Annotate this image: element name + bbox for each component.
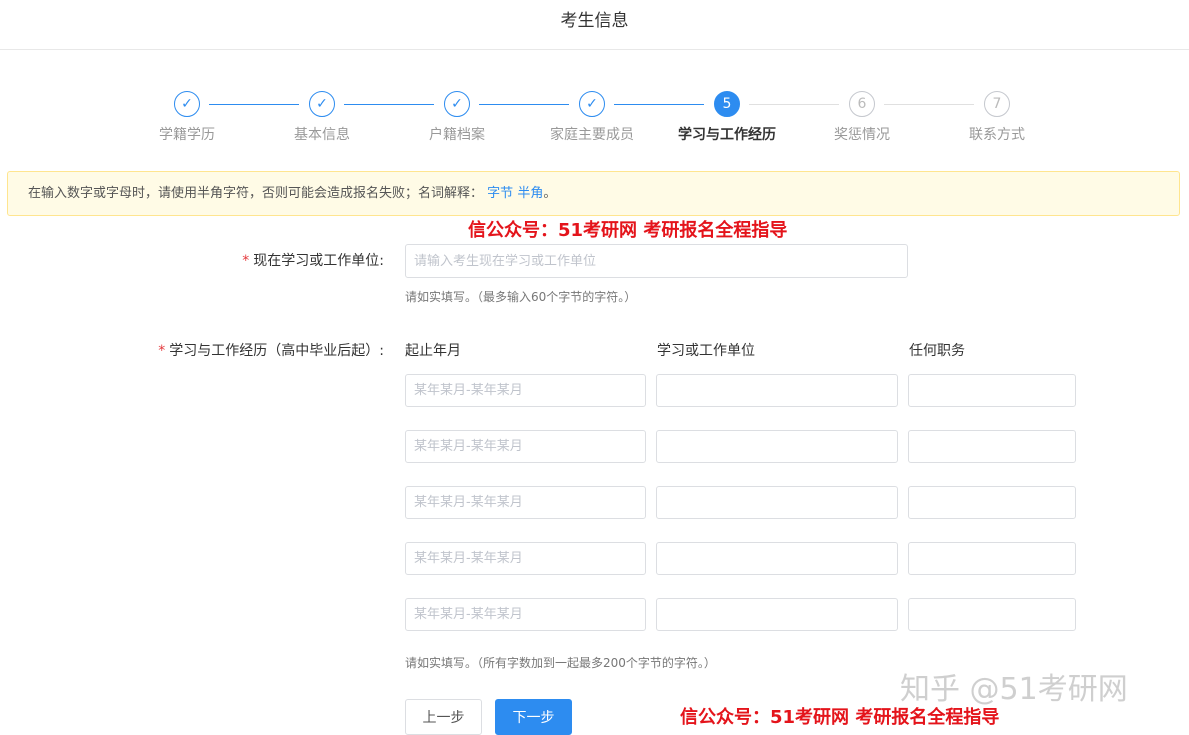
column-unit: 学习或工作单位 [657, 343, 755, 359]
unit-input[interactable] [656, 374, 898, 407]
next-step-button[interactable]: 下一步 [495, 699, 572, 735]
step-label: 基本信息 [294, 127, 350, 143]
step-awards[interactable]: 6 奖惩情况 [797, 88, 927, 144]
period-input[interactable] [405, 374, 646, 407]
unit-input[interactable] [656, 430, 898, 463]
check-icon: ✓ [579, 91, 605, 117]
watermark-text: 信公众号：51考研网 考研报名全程指导 [468, 220, 788, 241]
progress-steps: ✓ 学籍学历 ✓ 基本信息 ✓ 户籍档案 ✓ 家庭主要成员 5 学习与工作经历 … [0, 88, 1189, 148]
step-number: 5 [714, 91, 740, 117]
column-position: 任何职务 [909, 343, 965, 359]
position-input[interactable] [908, 374, 1076, 407]
required-mark: * [158, 343, 166, 359]
period-input[interactable] [405, 430, 646, 463]
page-header: 考生信息 [0, 0, 1189, 50]
check-icon: ✓ [444, 91, 470, 117]
page-title: 考生信息 [560, 11, 629, 31]
current-unit-hint: 请如实填写。（最多输入60个字节的字符。） [405, 290, 637, 304]
step-number: 7 [984, 91, 1010, 117]
check-icon: ✓ [309, 91, 335, 117]
link-byte[interactable]: 字节 [487, 186, 513, 201]
notice-text: 在输入数字或字母时，请使用半角字符，否则可能会造成报名失败；名词解释： [28, 186, 484, 201]
check-icon: ✓ [174, 91, 200, 117]
history-label: * 学习与工作经历（高中毕业后起）: [100, 340, 384, 360]
history-label-text: 学习与工作经历（高中毕业后起）: [169, 343, 384, 359]
position-input[interactable] [908, 430, 1076, 463]
prev-step-button[interactable]: 上一步 [405, 699, 482, 735]
column-period: 起止年月 [405, 343, 461, 359]
notice-end: 。 [543, 186, 557, 201]
step-basic-info[interactable]: ✓ 基本信息 [257, 88, 387, 144]
period-input[interactable] [405, 598, 646, 631]
step-huji[interactable]: ✓ 户籍档案 [392, 88, 522, 144]
step-family[interactable]: ✓ 家庭主要成员 [527, 88, 657, 144]
current-unit-label-text: 现在学习或工作单位: [253, 253, 384, 269]
link-halfwidth[interactable]: 半角 [517, 186, 543, 201]
period-input[interactable] [405, 542, 646, 575]
position-input[interactable] [908, 598, 1076, 631]
current-unit-label: * 现在学习或工作单位: [200, 250, 384, 270]
step-label: 奖惩情况 [834, 127, 890, 143]
zhihu-watermark: 知乎 @51考研网 [900, 672, 1128, 707]
step-xueji[interactable]: ✓ 学籍学历 [122, 88, 252, 144]
step-label: 家庭主要成员 [550, 127, 634, 143]
unit-input[interactable] [656, 598, 898, 631]
unit-input[interactable] [656, 486, 898, 519]
history-hint: 请如实填写。（所有字数加到一起最多200个字节的字符。） [405, 656, 716, 670]
position-input[interactable] [908, 486, 1076, 519]
step-label: 学习与工作经历 [678, 127, 776, 143]
unit-input[interactable] [656, 542, 898, 575]
step-contact[interactable]: 7 联系方式 [932, 88, 1062, 144]
step-label: 户籍档案 [429, 127, 485, 143]
notice-banner: 在输入数字或字母时，请使用半角字符，否则可能会造成报名失败；名词解释： 字节 半… [7, 171, 1180, 216]
required-mark: * [242, 253, 250, 269]
position-input[interactable] [908, 542, 1076, 575]
period-input[interactable] [405, 486, 646, 519]
current-unit-input[interactable] [405, 244, 908, 278]
step-label: 联系方式 [969, 127, 1025, 143]
step-label: 学籍学历 [159, 127, 215, 143]
step-number: 6 [849, 91, 875, 117]
step-study-work[interactable]: 5 学习与工作经历 [662, 88, 792, 144]
